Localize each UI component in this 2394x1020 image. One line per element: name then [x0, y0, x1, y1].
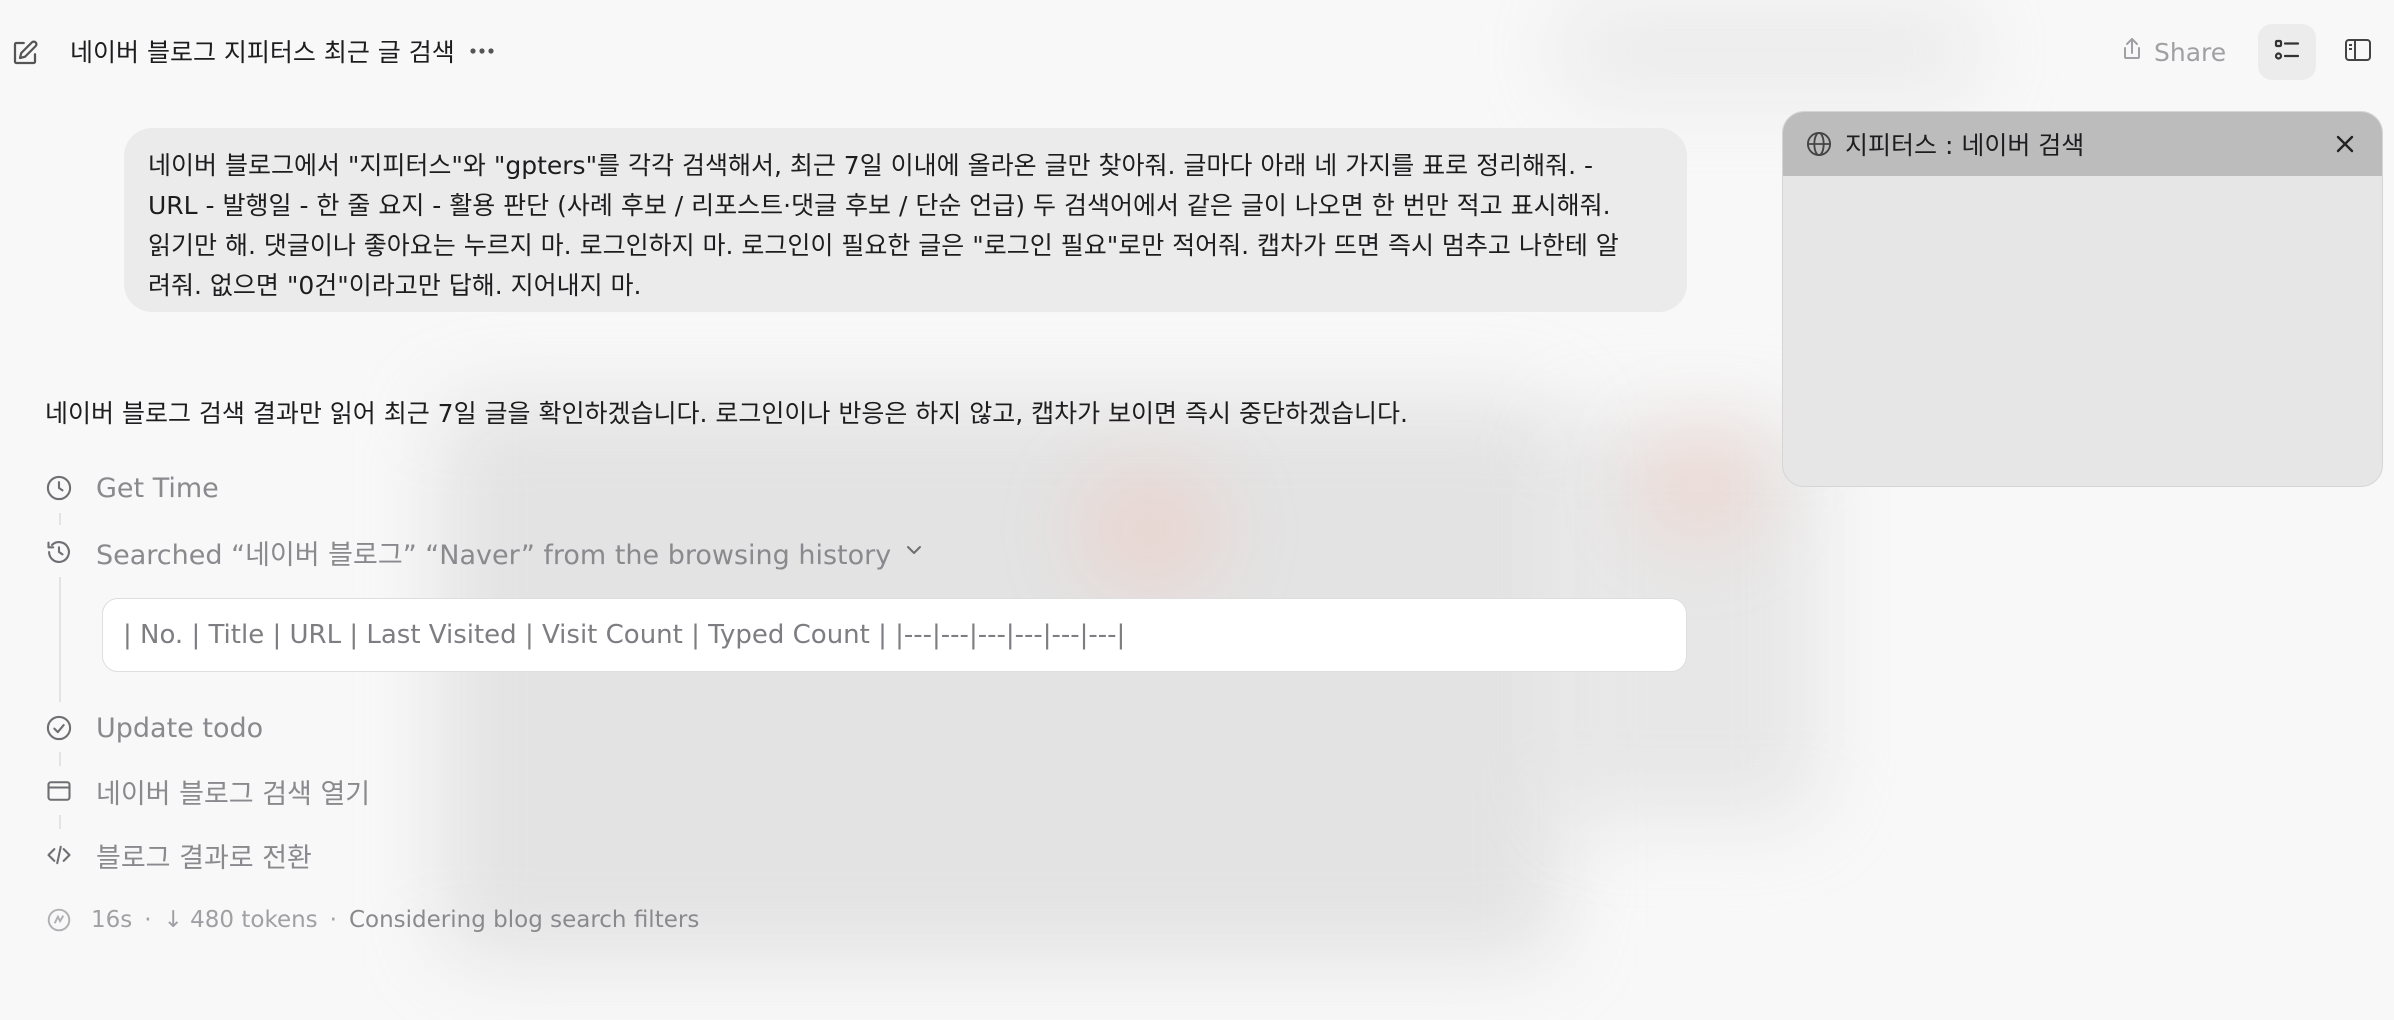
code-icon [45, 841, 73, 869]
user-message-line: URL - 발행일 - 한 줄 요지 - 활용 판단 (사례 후보 / 리포스트… [148, 191, 1611, 220]
step-get-time[interactable]: Get Time [45, 468, 219, 508]
clock-icon [45, 474, 73, 502]
share-button[interactable]: Share [2120, 32, 2226, 72]
separator-dot: · [329, 907, 337, 933]
task-list-button[interactable] [2258, 24, 2316, 80]
top-bar: 네이버 블로그 지피터스 최근 글 검색 Share [0, 0, 2394, 100]
step-switch-results[interactable]: 블로그 결과로 전환 [45, 835, 312, 875]
sidebar-icon [2344, 37, 2372, 67]
check-circle-icon [45, 714, 73, 742]
share-label: Share [2154, 37, 2227, 67]
separator-dot: · [144, 907, 152, 933]
user-message-line: 려줘. 없으면 "0건"이라고만 답해. 지어내지 마. [148, 271, 642, 300]
close-icon[interactable] [2330, 129, 2360, 159]
browser-tab-header: 지피터스 : 네이버 검색 [1783, 112, 2382, 176]
browser-tab-title: 지피터스 : 네이버 검색 [1845, 131, 2085, 160]
background-blur [1080, 470, 1220, 590]
step-update-todo[interactable]: Update todo [45, 708, 263, 748]
step-connector [59, 513, 61, 525]
step-label: Update todo [96, 712, 264, 744]
browser-window-icon [45, 777, 73, 805]
user-message-bubble: 네이버 블로그에서 "지피터스"와 "gpters"를 각각 검색해서, 최근 … [124, 128, 1687, 312]
toggle-sidebar-button[interactable] [2340, 34, 2376, 70]
step-label: 네이버 블로그 검색 열기 [96, 778, 371, 810]
assistant-message: 네이버 블로그 검색 결과만 읽어 최근 7일 글을 확인하겠습니다. 로그인이… [45, 399, 1408, 428]
step-connector [59, 752, 61, 766]
chat-title: 네이버 블로그 지피터스 최근 글 검색 [70, 38, 455, 67]
search-result-output: | No. | Title | URL | Last Visited | Vis… [102, 598, 1687, 672]
step-connector [59, 815, 61, 829]
chevron-down-icon[interactable] [903, 537, 925, 568]
step-label: 블로그 결과로 전환 [96, 842, 312, 874]
step-label: Get Time [96, 472, 219, 504]
token-count: ↓ 480 tokens [163, 907, 318, 933]
app-window: 네이버 블로그 지피터스 최근 글 검색 Share 네이버 블로그에서 "지피… [0, 0, 2394, 1020]
background-blur [1640, 430, 1760, 540]
history-icon [45, 538, 73, 566]
browser-viewport[interactable] [1783, 176, 2382, 486]
step-connector [59, 577, 61, 702]
background-blur [440, 400, 1560, 960]
step-open-search[interactable]: 네이버 블로그 검색 열기 [45, 771, 370, 811]
user-message-line: 읽기만 해. 댓글이나 좋아요는 누르지 마. 로그인하지 마. 로그인이 필요… [148, 231, 1619, 260]
generation-status: 16s · ↓ 480 tokens · Considering blog se… [45, 905, 699, 935]
spinner-icon [45, 906, 73, 934]
share-icon [2120, 36, 2144, 68]
more-options-icon[interactable] [466, 36, 498, 64]
task-list-icon [2273, 36, 2301, 68]
activity-text: Considering blog search filters [348, 907, 700, 933]
browser-preview-panel: 지피터스 : 네이버 검색 [1782, 111, 2383, 487]
globe-icon [1805, 130, 1833, 158]
new-chat-edit-icon[interactable] [10, 38, 40, 68]
step-search-history[interactable]: Searched “네이버 블로그” “Naver” from the brow… [45, 532, 925, 572]
elapsed-time: 16s [91, 907, 133, 933]
step-label: Searched “네이버 블로그” “Naver” from the brow… [96, 539, 892, 571]
user-message-line: 네이버 블로그에서 "지피터스"와 "gpters"를 각각 검색해서, 최근 … [148, 151, 1594, 180]
